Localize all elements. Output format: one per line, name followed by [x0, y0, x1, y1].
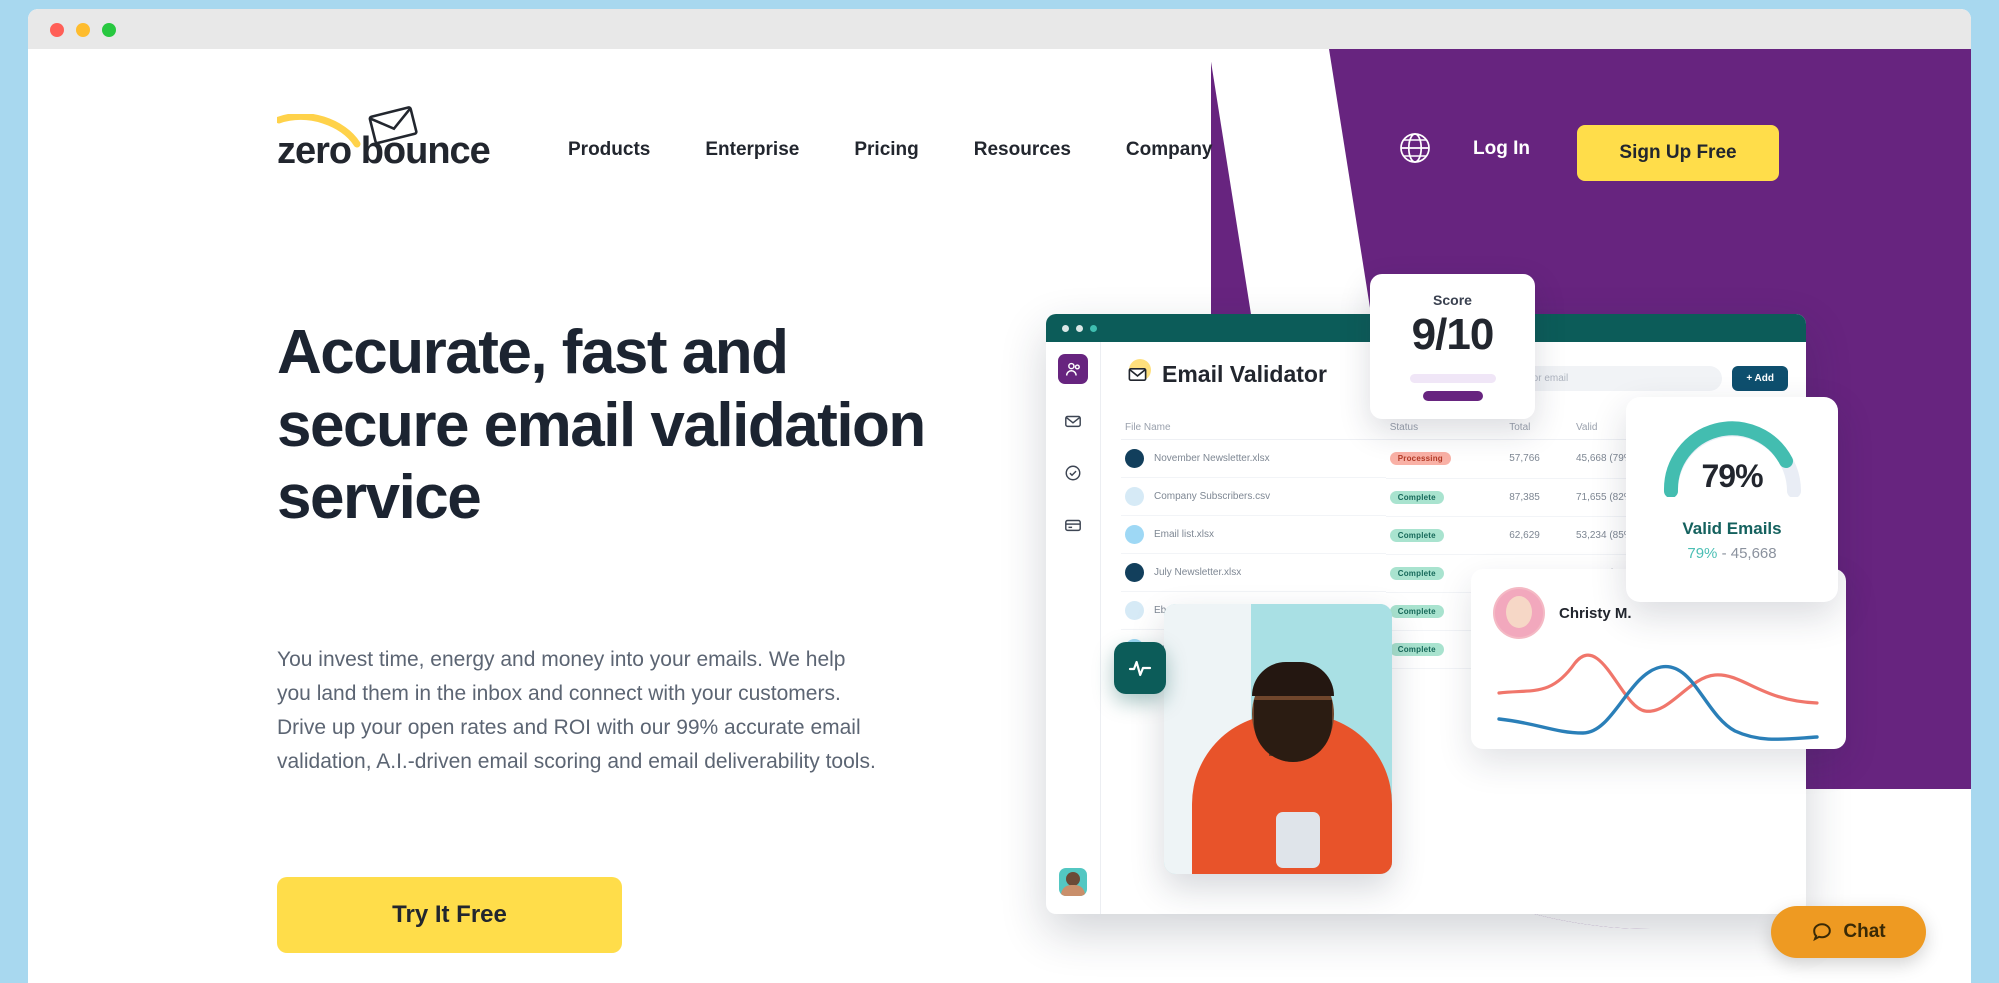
valid-emails-gauge: 79% [1655, 415, 1810, 498]
column-file-name: File Name [1121, 416, 1386, 440]
globe-icon[interactable] [1398, 131, 1432, 165]
dashboard-controls: e or email + Add [1512, 366, 1788, 391]
nav-item-enterprise[interactable]: Enterprise [705, 139, 799, 161]
cell-total: 62,629 [1505, 516, 1572, 555]
status-badge: Complete [1389, 566, 1444, 580]
score-label: Score [1433, 292, 1472, 308]
envelope-icon [1121, 358, 1153, 390]
window-close-button[interactable] [50, 23, 64, 37]
cell-file-name: July Newsletter.xlsx [1121, 554, 1386, 592]
file-color-dot [1125, 601, 1144, 620]
christy-name: Christy M. [1559, 604, 1632, 622]
zerobounce-logo[interactable]: zero bounce [277, 104, 502, 172]
valid-emails-title: Valid Emails [1682, 519, 1782, 538]
score-card: Score 9/10 [1370, 274, 1535, 419]
cell-file-name: Company Subscribers.csv [1121, 478, 1386, 516]
cell-total: 57,766 [1505, 439, 1572, 479]
cell-file-name: Email list.xlsx [1121, 516, 1386, 554]
credit-card-icon[interactable] [1058, 510, 1088, 540]
cell-status: Processing [1385, 439, 1506, 479]
status-badge: Complete [1389, 604, 1444, 618]
browser-window: zero bounce Products Enterprise Pricing … [28, 9, 1971, 983]
column-status: Status [1385, 416, 1506, 440]
valid-emails-detail: 79% - 45,668 [1687, 545, 1776, 562]
user-avatar[interactable] [1059, 868, 1087, 896]
cell-status: Complete [1385, 478, 1506, 517]
search-input[interactable]: e or email [1512, 366, 1723, 391]
photo-card [1164, 604, 1392, 874]
chat-label: Chat [1843, 921, 1886, 942]
window-minimize-button[interactable] [76, 23, 90, 37]
cell-total: 87,385 [1505, 478, 1572, 517]
christy-avatar [1493, 587, 1545, 639]
main-navigation: Products Enterprise Pricing Resources Co… [568, 139, 1213, 161]
score-bar-light [1409, 374, 1496, 383]
nav-item-products[interactable]: Products [568, 139, 650, 161]
score-value: 9/10 [1411, 310, 1495, 359]
status-badge: Processing [1389, 452, 1451, 466]
status-badge: Complete [1389, 642, 1444, 656]
score-bar-dark [1422, 391, 1483, 401]
valid-emails-card: 79% Valid Emails 79% - 45,668 [1626, 397, 1838, 602]
window-titlebar [28, 9, 1971, 49]
nav-item-company[interactable]: Company [1126, 139, 1213, 161]
dashboard-sidebar [1046, 342, 1101, 914]
page-title: Accurate, fast and secure email validati… [277, 318, 926, 533]
users-icon[interactable] [1058, 354, 1088, 384]
status-badge: Complete [1389, 528, 1444, 542]
dashboard-mockup: Email Validator e or email + Add File Na… [1046, 274, 1846, 914]
status-badge: Complete [1389, 490, 1444, 504]
inbox-icon[interactable] [1058, 406, 1088, 436]
cell-file-name: November Newsletter.xlsx [1121, 440, 1386, 478]
verified-badge-icon[interactable] [1058, 458, 1088, 488]
hero-description: You invest time, energy and money into y… [277, 648, 876, 774]
page-content: zero bounce Products Enterprise Pricing … [28, 49, 1971, 983]
logo-wordmark: zero bounce [277, 130, 491, 172]
window-maximize-button[interactable] [102, 23, 116, 37]
nav-item-pricing[interactable]: Pricing [854, 139, 918, 161]
cell-status: Complete [1385, 516, 1506, 555]
login-link[interactable]: Log In [1473, 138, 1530, 160]
gauge-percent: 79% [1701, 458, 1763, 494]
file-color-dot [1125, 525, 1144, 544]
add-button[interactable]: + Add [1732, 366, 1788, 391]
site-header: zero bounce Products Enterprise Pricing … [28, 49, 1971, 181]
activity-line-chart [1497, 653, 1819, 741]
chat-widget-button[interactable]: Chat [1771, 906, 1926, 958]
try-it-free-button[interactable]: Try It Free [277, 877, 622, 953]
activity-pulse-icon [1114, 642, 1166, 694]
valid-emails-detail-count: - 45,668 [1717, 545, 1777, 562]
dashboard-title: Email Validator [1162, 360, 1327, 387]
valid-emails-detail-percent: 79% [1687, 545, 1718, 562]
file-color-dot [1125, 487, 1144, 506]
file-color-dot [1125, 563, 1144, 582]
nav-item-resources[interactable]: Resources [974, 139, 1071, 161]
column-total: Total [1505, 416, 1572, 440]
chat-bubble-icon [1813, 923, 1832, 942]
signup-free-button[interactable]: Sign Up Free [1577, 125, 1779, 181]
file-color-dot [1125, 449, 1144, 468]
